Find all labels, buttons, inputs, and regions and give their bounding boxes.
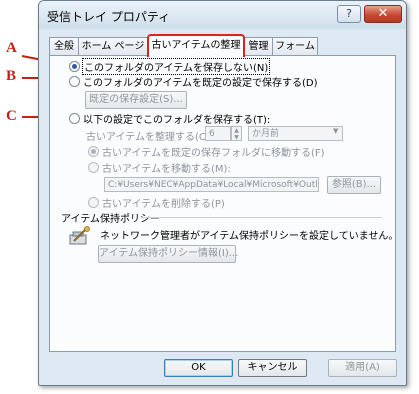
close-button[interactable]: ✕ bbox=[364, 5, 402, 23]
move-to-label[interactable]: 古いアイテムを移動する(M): bbox=[102, 160, 231, 175]
custom-archive-label[interactable]: 以下の設定でこのフォルダを保存する(T): bbox=[83, 111, 270, 126]
title-bar: 受信トレイ プロパティ ? ✕ bbox=[39, 1, 406, 29]
retention-policy-info-button[interactable]: アイテム保持ポリシー情報(I)... bbox=[98, 245, 238, 263]
policy-tools-icon bbox=[68, 226, 90, 246]
annotation-c: C bbox=[6, 108, 17, 124]
archive-path-field[interactable]: C:¥Users¥NEC¥AppData¥Local¥Microsoft¥Out… bbox=[104, 177, 319, 192]
delete-permanently-label[interactable]: 古いアイテムを削除する(P) bbox=[102, 195, 225, 210]
cancel-button[interactable]: キャンセル bbox=[238, 359, 307, 377]
annotation-b: B bbox=[6, 68, 17, 84]
default-archive-radio[interactable] bbox=[69, 76, 80, 87]
tab-administration[interactable]: 管理 bbox=[244, 37, 273, 55]
delete-permanently-radio[interactable] bbox=[88, 197, 99, 208]
auto-archive-panel: このフォルダのアイテムを保存しない(N) このフォルダのアイテムを既定の設定で保… bbox=[49, 55, 399, 352]
chevron-down-icon[interactable]: ▼ bbox=[333, 127, 338, 135]
properties-dialog: 受信トレイ プロパティ ? ✕ 全般 ホーム ページ 古いアイテムの整理 管理 … bbox=[38, 0, 407, 386]
no-archive-radio[interactable] bbox=[69, 61, 80, 72]
tab-auto-archive[interactable]: 古いアイテムの整理 bbox=[147, 34, 245, 57]
clean-older-spinner[interactable]: ▲ ▼ bbox=[231, 126, 242, 141]
help-button[interactable]: ? bbox=[337, 5, 361, 23]
default-archive-settings-button[interactable]: 既定の保存設定(S)... bbox=[85, 91, 187, 109]
move-default-radio[interactable] bbox=[88, 146, 99, 157]
move-default-label[interactable]: 古いアイテムを既定の保存フォルダに移動する(F) bbox=[102, 144, 325, 159]
default-archive-label[interactable]: このフォルダのアイテムを既定の設定で保存する(D) bbox=[83, 74, 318, 89]
clean-older-unit-select[interactable]: か月前 bbox=[248, 126, 343, 141]
move-to-radio[interactable] bbox=[88, 162, 99, 173]
custom-archive-radio[interactable] bbox=[69, 113, 80, 124]
ok-button[interactable]: OK bbox=[164, 359, 233, 377]
browse-button[interactable]: 参照(B)... bbox=[327, 176, 381, 194]
clean-older-label: 古いアイテムを整理する(C) bbox=[86, 132, 210, 143]
retention-policy-message: ネットワーク管理者がアイテム保持ポリシーを設定していません。 bbox=[100, 231, 399, 242]
annotation-a: A bbox=[6, 40, 17, 56]
tab-general[interactable]: 全般 bbox=[49, 37, 79, 55]
apply-button[interactable]: 適用(A) bbox=[328, 359, 397, 377]
tab-home-page[interactable]: ホーム ページ bbox=[78, 37, 148, 55]
window-title: 受信トレイ プロパティ bbox=[47, 10, 171, 24]
tab-forms[interactable]: フォーム bbox=[272, 37, 318, 55]
retention-policy-divider bbox=[142, 217, 382, 218]
no-archive-label[interactable]: このフォルダのアイテムを保存しない(N) bbox=[81, 58, 271, 75]
clean-older-value[interactable]: 6 bbox=[205, 126, 231, 141]
